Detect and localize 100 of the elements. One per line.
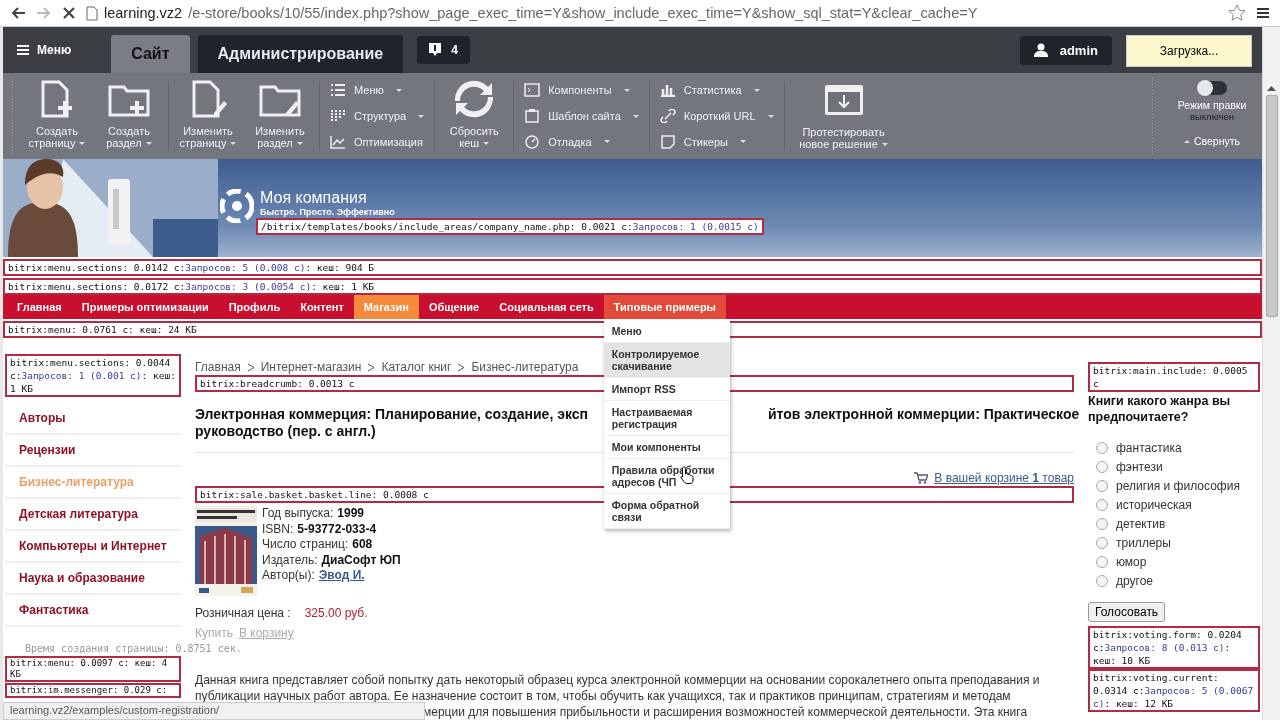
breadcrumb-link[interactable]: Главная <box>195 360 241 374</box>
edit-mode-state: выключен <box>1189 111 1235 123</box>
nav-item[interactable]: Главная <box>7 294 72 319</box>
slogan: Быстро. Просто. Эффективно <box>260 206 396 217</box>
option-label: другое <box>1116 574 1153 588</box>
bars-icon <box>659 83 676 98</box>
book-title: руководство (пер. с англ.) <box>195 423 376 440</box>
collapse-button[interactable]: Свернуть <box>1177 134 1247 149</box>
dropdown-item[interactable]: Мои компоненты <box>603 435 730 459</box>
option-label: фантастика <box>1116 441 1182 455</box>
forward-icon[interactable] <box>36 6 52 20</box>
vote-button[interactable]: Голосовать <box>1088 602 1166 622</box>
radio-button[interactable] <box>1096 575 1108 587</box>
breadcrumb-link[interactable]: Бизнес-литература <box>471 360 579 374</box>
tab[interactable]: Администрирование <box>197 35 404 74</box>
option-label: фэнтези <box>1116 460 1163 474</box>
nav-item[interactable]: Профиль <box>218 294 291 319</box>
debug-info: bitrix:main.include: 0.0005 с <box>1088 362 1260 392</box>
sidebar-item[interactable]: Наука и образование <box>5 563 181 595</box>
debug-info: bitrix:menu.sections: 0.0142 с:Запросов: 5 (0.008 с): кеш: 904 Б <box>3 258 1262 276</box>
grid-icon <box>330 109 346 124</box>
page-stats: Время создания страницы: 0.8751 сек. <box>25 643 242 655</box>
debug-info: bitrix:menu.sections: 0.0172 с:Запросов: 3 (0.0054 с): кеш: 1 КБ <box>3 277 1262 295</box>
status-url: learning.vz2/examples/custom-registration/ <box>3 702 425 720</box>
toolbar-button[interactable]: Создать страницу <box>22 77 92 155</box>
breadcrumb-link[interactable]: Каталог книг <box>381 360 452 374</box>
scrollbar[interactable] <box>1262 27 1280 720</box>
back-icon[interactable] <box>10 6 26 20</box>
list-icon <box>330 83 346 98</box>
toolbar-button[interactable]: Отладка <box>524 134 639 149</box>
detail-label: Издатель: <box>262 552 318 568</box>
nav-item[interactable]: Социальная сеть <box>489 294 604 319</box>
toolbar-button[interactable]: Оптимизация <box>330 134 425 149</box>
detail-label: Автор(ы): <box>262 568 315 584</box>
toolbar-button[interactable]: Статистика <box>659 83 774 98</box>
debug-info: bitrix:voting.current: 0.0314 с:Запросов: 5 (0.0067 с): кеш: 12 КБ <box>1088 669 1260 712</box>
nav-item[interactable]: Общение <box>418 294 490 319</box>
company-name[interactable]: Моя компания <box>260 188 764 207</box>
author-link[interactable]: Эвод И. <box>318 568 365 584</box>
edit-mode-toggle[interactable] <box>1197 81 1227 96</box>
nav-item[interactable]: Примеры оптимизации <box>71 294 219 319</box>
sidebar-item[interactable]: Рецензии <box>5 435 181 467</box>
toolbar-button[interactable]: Изменить страницу <box>173 77 243 155</box>
toolbar-button[interactable]: Создать раздел <box>94 77 164 155</box>
address-bar[interactable]: learning.vz2 /e-store/books/10/55/index.php?show_page_exec_time=Y&show_include_exec_time=Y&show_sql_stat=Y&clear_cache=Y <box>86 2 1218 24</box>
radio-button[interactable] <box>1096 499 1108 511</box>
sidebar-item[interactable]: Компьютеры и Интернет <box>5 531 181 563</box>
breadcrumb-separator-icon <box>367 362 376 372</box>
stop-icon[interactable] <box>62 6 76 20</box>
sidebar-item[interactable]: Детская литература <box>5 499 181 531</box>
dropdown-item[interactable]: Настраиваемая регистрация <box>603 400 730 436</box>
cart-link[interactable]: В вашей корзине 1 товар <box>934 471 1074 485</box>
poll-question: Книги какого жанра вы предпочитаете? <box>1088 393 1232 425</box>
breadcrumb-separator-icon <box>457 362 466 372</box>
star-icon[interactable] <box>1228 4 1246 22</box>
detail-label: Год выпуска: <box>262 506 334 522</box>
radio-button[interactable] <box>1096 461 1108 473</box>
option-label: историческая <box>1116 498 1192 512</box>
menu-button[interactable]: Меню <box>11 43 82 58</box>
detail-value: ДиаСофт ЮП <box>321 552 401 568</box>
radio-button[interactable] <box>1096 480 1108 492</box>
toolbar-button[interactable]: Структура <box>330 109 425 124</box>
scrollbar-thumb[interactable] <box>1265 95 1278 317</box>
detail-label: Число страниц: <box>262 537 349 553</box>
toolbar-button[interactable]: Сбросить кеш <box>439 77 510 155</box>
breadcrumb-separator-icon <box>246 362 255 372</box>
toolbar-button[interactable]: Шаблон сайта <box>524 109 639 124</box>
debug-info: bitrix:menu.sections: 0.0044 с:Запросов: 1 (0.001 с): кеш: 1 КБ <box>5 354 181 397</box>
dropdown-item[interactable]: Контролируемое скачивание <box>603 342 730 378</box>
scroll-up-icon[interactable] <box>1267 85 1276 91</box>
clipboard-icon <box>524 109 541 124</box>
detail-label: ISBN: <box>262 521 294 537</box>
radio-button[interactable] <box>1096 537 1108 549</box>
tab[interactable]: Сайт <box>111 35 190 74</box>
radio-button[interactable] <box>1096 556 1108 568</box>
radio-button[interactable] <box>1096 442 1108 454</box>
toolbar-button[interactable]: Изменить раздел <box>245 77 315 155</box>
chart-icon <box>330 134 346 149</box>
radio-button[interactable] <box>1096 518 1108 530</box>
link-icon <box>659 109 676 124</box>
toolbar-button[interactable]: Меню <box>330 83 425 98</box>
sidebar-item[interactable]: Фантастика <box>5 595 181 627</box>
notifications-button[interactable]: 4 <box>417 36 470 65</box>
option-label: триллеры <box>1116 536 1171 550</box>
detail-value: 5-93772-033-4 <box>297 521 377 537</box>
user-icon <box>1033 43 1048 58</box>
user-button[interactable]: admin <box>1019 35 1112 65</box>
toolbar-button[interactable]: Короткий URL <box>659 109 774 124</box>
option-label: детектив <box>1116 517 1166 531</box>
breadcrumb-link[interactable]: Интернет-магазин <box>260 360 362 374</box>
detail-value: 608 <box>352 537 373 553</box>
note-icon <box>659 134 676 149</box>
toolbar-button[interactable]: Протестировать новое решение <box>788 78 899 155</box>
sidebar-item[interactable]: Авторы <box>5 403 181 435</box>
toolbar-button[interactable]: Стикеры <box>659 134 774 149</box>
toolbar-button[interactable]: Компоненты <box>524 83 639 98</box>
gauge-icon <box>524 134 541 149</box>
nav-item[interactable]: Контент <box>290 294 354 319</box>
price-label: Розничная цена : <box>195 606 291 620</box>
menu-icon[interactable] <box>1256 6 1270 20</box>
